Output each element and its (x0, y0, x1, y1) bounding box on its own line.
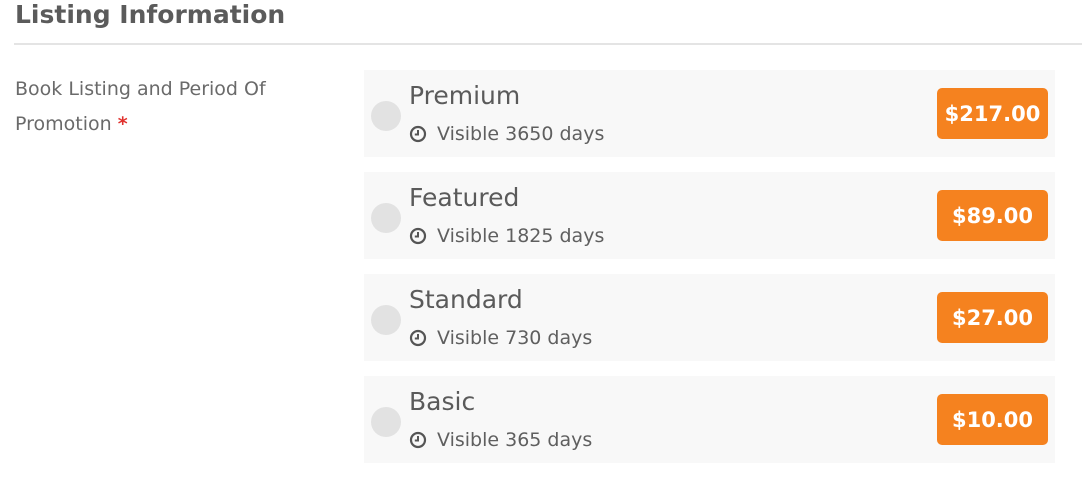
radio-featured[interactable] (371, 203, 401, 233)
field-label: Book Listing and Period Of Promotion * (15, 72, 315, 142)
clock-icon (409, 329, 427, 347)
option-name: Standard (409, 285, 523, 314)
price-badge: $89.00 (937, 190, 1048, 241)
section-divider (14, 43, 1082, 45)
clock-icon (409, 125, 427, 143)
option-visibility-text: Visible 365 days (437, 429, 593, 451)
radio-premium[interactable] (371, 101, 401, 131)
field-label-line1: Book Listing and Period Of (15, 78, 266, 100)
required-marker: * (117, 113, 128, 135)
option-visibility-text: Visible 1825 days (437, 225, 605, 247)
option-visibility-text: Visible 730 days (437, 327, 593, 349)
option-basic[interactable]: Basic Visible 365 days $10.00 (364, 376, 1055, 463)
radio-basic[interactable] (371, 407, 401, 437)
section-title: Listing Information (15, 0, 286, 29)
price-badge: $217.00 (937, 88, 1048, 139)
option-name: Basic (409, 387, 476, 416)
option-standard[interactable]: Standard Visible 730 days $27.00 (364, 274, 1055, 361)
listing-options: Premium Visible 3650 days $217.00 Featur… (364, 70, 1055, 478)
option-featured[interactable]: Featured Visible 1825 days $89.00 (364, 172, 1055, 259)
option-premium[interactable]: Premium Visible 3650 days $217.00 (364, 70, 1055, 157)
option-visibility-text: Visible 3650 days (437, 123, 605, 145)
price-badge: $27.00 (937, 292, 1048, 343)
option-visibility: Visible 730 days (409, 326, 592, 350)
option-visibility: Visible 1825 days (409, 224, 604, 248)
option-visibility: Visible 3650 days (409, 122, 604, 146)
option-visibility: Visible 365 days (409, 428, 592, 452)
price-badge: $10.00 (937, 394, 1048, 445)
radio-standard[interactable] (371, 305, 401, 335)
clock-icon (409, 227, 427, 245)
option-name: Premium (409, 81, 521, 110)
field-label-line2: Promotion (15, 113, 112, 135)
option-name: Featured (409, 183, 520, 212)
clock-icon (409, 431, 427, 449)
